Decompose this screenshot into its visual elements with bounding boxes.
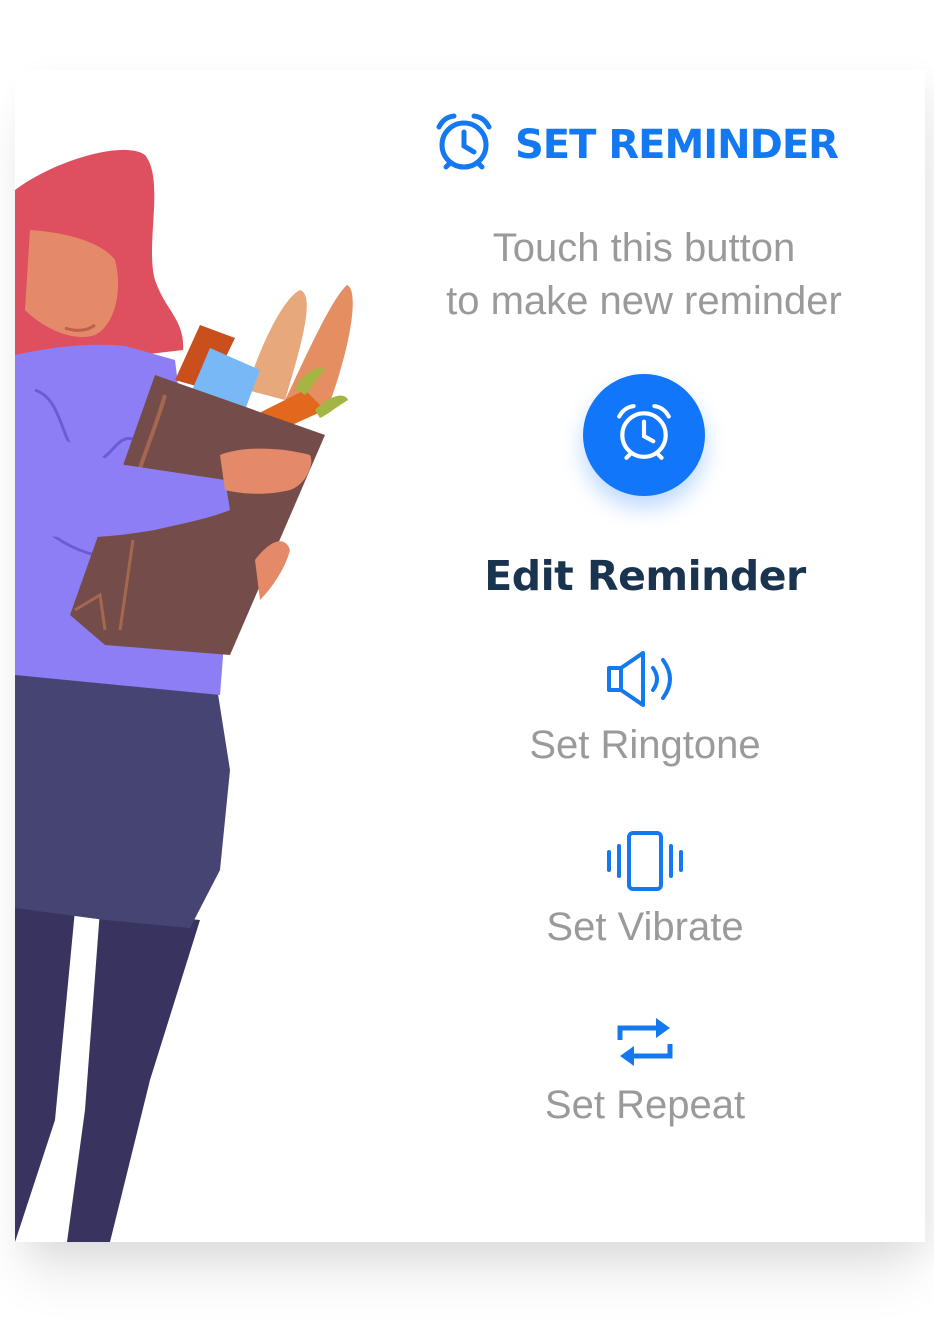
vibrate-icon [603, 830, 687, 897]
header: SET REMINDER [435, 112, 885, 178]
woman-with-groceries-illustration [15, 149, 353, 1242]
instruction-line-1: Touch this button [492, 226, 796, 270]
page-title: SET REMINDER [515, 122, 839, 168]
alarm-clock-icon [435, 113, 493, 178]
speaker-icon [605, 648, 685, 715]
instruction-text: Touch this button to make new reminder [410, 222, 878, 328]
alarm-clock-icon [614, 402, 674, 469]
set-ringtone-option[interactable]: Set Ringtone [445, 648, 845, 768]
repeat-icon [614, 1014, 676, 1075]
edit-reminder-heading: Edit Reminder [484, 552, 806, 600]
new-reminder-button[interactable] [583, 374, 705, 496]
set-ringtone-label: Set Ringtone [529, 723, 761, 767]
set-vibrate-option[interactable]: Set Vibrate [445, 830, 845, 950]
set-repeat-option[interactable]: Set Repeat [445, 1014, 845, 1128]
instruction-line-2: to make new reminder [446, 279, 842, 323]
set-vibrate-label: Set Vibrate [546, 905, 744, 949]
set-repeat-label: Set Repeat [544, 1083, 746, 1127]
reminder-card: SET REMINDER Touch this button to make n… [15, 70, 925, 1242]
